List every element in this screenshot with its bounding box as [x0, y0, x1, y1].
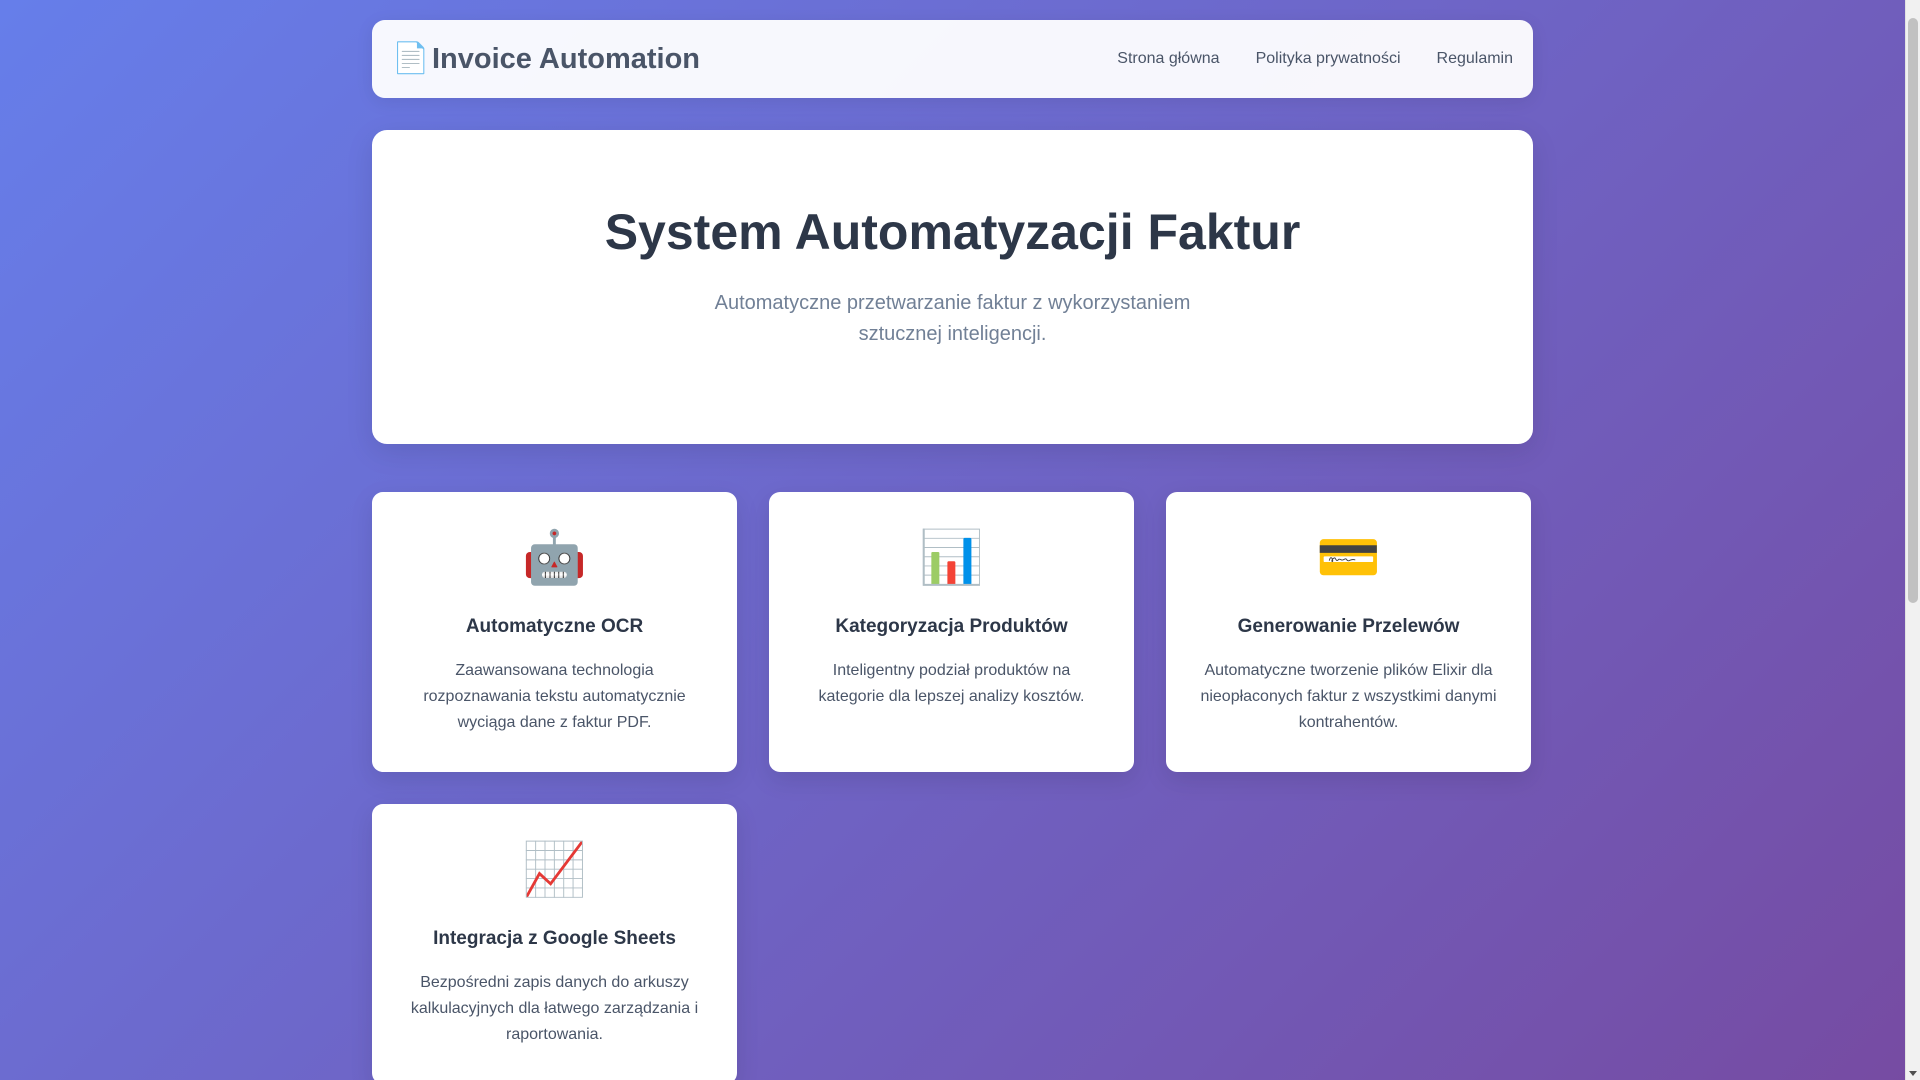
feature-description: Automatyczne tworzenie plików Elixir dla…: [1200, 662, 1497, 731]
feature-card-categorization: 📊 Kategoryzacja Produktów Inteligentny p…: [769, 492, 1134, 772]
nav-link-terms[interactable]: Regulamin: [1437, 50, 1513, 68]
features-grid: 🤖 Automatyczne OCR Zaawansowana technolo…: [372, 492, 1533, 1080]
brand[interactable]: 📄 Invoice Automation: [392, 43, 700, 76]
feature-card-ocr: 🤖 Automatyczne OCR Zaawansowana technolo…: [372, 492, 737, 772]
robot-icon: 🤖: [522, 529, 587, 587]
hero-title: System Automatyzacji Faktur: [604, 204, 1301, 260]
feature-title: Automatyczne OCR: [465, 616, 644, 637]
scrollbar-thumb[interactable]: [1908, 18, 1918, 603]
brand-title: Invoice Automation: [432, 42, 700, 75]
feature-title: Integracja z Google Sheets: [433, 928, 676, 949]
bar-chart-icon: 📊: [919, 529, 984, 587]
feature-description: Inteligentny podział produktów na katego…: [818, 662, 1085, 705]
feature-description: Bezpośredni zapis danych do arkuszy kalk…: [410, 974, 699, 1043]
document-icon: 📄: [392, 42, 430, 75]
main-nav: Strona główna Polityka prywatności Regul…: [1117, 50, 1513, 68]
main-container: 📄 Invoice Automation Strona główna Polit…: [372, 20, 1533, 1080]
page-viewport: 📄 Invoice Automation Strona główna Polit…: [0, 0, 1905, 1080]
hero-section: System Automatyzacji Faktur Automatyczne…: [372, 130, 1533, 444]
feature-title: Kategoryzacja Produktów: [835, 616, 1068, 637]
feature-description: Zaawansowana technologia rozpoznawania t…: [423, 662, 686, 731]
hero-subtitle: Automatyczne przetwarzanie faktur z wyko…: [714, 292, 1191, 345]
credit-card-icon: 💳: [1316, 529, 1381, 587]
vertical-scrollbar[interactable]: [1905, 0, 1920, 1080]
site-header: 📄 Invoice Automation Strona główna Polit…: [372, 20, 1533, 98]
feature-title: Generowanie Przelewów: [1237, 616, 1460, 637]
nav-link-privacy-policy[interactable]: Polityka prywatności: [1256, 50, 1401, 68]
trend-chart-icon: 📈: [522, 841, 587, 899]
scroll-down-arrow-icon[interactable]: [1909, 1071, 1917, 1076]
feature-card-transfers: 💳 Generowanie Przelewów Automatyczne two…: [1166, 492, 1531, 772]
feature-card-google-sheets: 📈 Integracja z Google Sheets Bezpośredni…: [372, 804, 737, 1080]
nav-link-home[interactable]: Strona główna: [1117, 50, 1219, 68]
